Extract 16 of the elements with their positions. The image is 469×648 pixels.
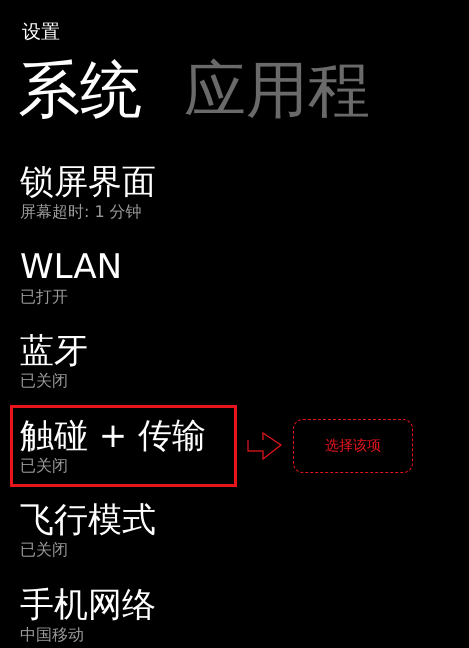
setting-title[interactable]: 飞行模式 (20, 500, 156, 540)
setting-title[interactable]: WLAN (20, 246, 122, 287)
setting-title[interactable]: 触碰 + 传输 (20, 416, 206, 456)
setting-status: 已关闭 (20, 371, 68, 392)
setting-status: 已打开 (20, 286, 68, 307)
app-title: 设置 (21, 20, 61, 44)
setting-title[interactable]: 手机网络 (20, 584, 156, 625)
pivot-header[interactable]: 应用程 (184, 55, 370, 125)
setting-title[interactable]: 锁屏界面 (20, 162, 156, 202)
setting-status: 已关闭 (20, 540, 68, 560)
callout-label: 选择该项 (293, 418, 413, 473)
setting-status: 已关闭 (20, 456, 68, 476)
setting-status: 中国移动 (20, 624, 84, 645)
setting-title[interactable]: 蓝牙 (20, 331, 88, 372)
setting-status: 屏幕超时: 1 分钟 (20, 202, 142, 222)
pivot-header[interactable]: 系统 (18, 55, 142, 125)
